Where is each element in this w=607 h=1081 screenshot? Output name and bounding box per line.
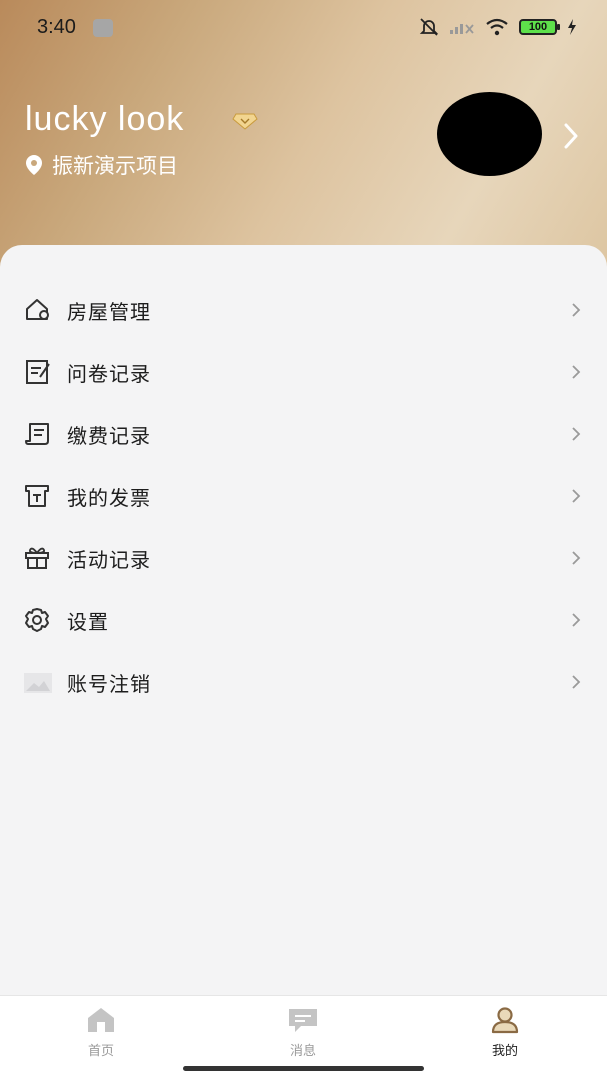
battery-indicator: 100 [519, 19, 560, 35]
diamond-badge-icon [232, 113, 258, 130]
menu-item-account-cancellation[interactable]: 账号注销 [0, 651, 607, 713]
menu-item-house-management[interactable]: 房屋管理 [0, 279, 607, 341]
wrench-icon [93, 19, 113, 37]
menu-item-payment-record[interactable]: 缴费记录 [0, 403, 607, 465]
menu-item-label: 缴费记录 [67, 424, 151, 448]
mute-bell-icon [419, 18, 439, 36]
tab-home-label: 首页 [87, 1044, 114, 1059]
status-time: 3:40 [37, 16, 76, 38]
chevron-right-icon [572, 675, 581, 689]
menu-card: 房屋管理 问卷记录 缴费记录 我的发票 活动记录 设置 账号注销 [0, 245, 607, 995]
message-icon [289, 1009, 317, 1032]
image-placeholder-icon [24, 673, 52, 693]
menu-item-label: 问卷记录 [67, 362, 151, 386]
status-bar: 3:40 100 [0, 0, 607, 58]
chevron-right-icon [572, 427, 581, 441]
user-profile-icon [491, 1007, 519, 1034]
house-icon [26, 299, 49, 320]
payment-record-icon [25, 423, 49, 445]
tab-home[interactable]: 首页 [61, 1006, 141, 1059]
menu-list: 房屋管理 问卷记录 缴费记录 我的发票 活动记录 设置 账号注销 [0, 279, 607, 713]
chevron-right-icon [572, 613, 581, 627]
avatar[interactable] [437, 92, 542, 176]
tab-messages-label: 消息 [289, 1044, 316, 1059]
chevron-right-icon [572, 489, 581, 503]
username: lucky look [25, 100, 185, 138]
signal-icon [450, 24, 474, 34]
menu-item-label: 设置 [67, 610, 109, 634]
wifi-icon [486, 18, 508, 36]
menu-item-label: 活动记录 [67, 548, 151, 572]
menu-item-invoice[interactable]: 我的发票 [0, 465, 607, 527]
menu-item-activity-record[interactable]: 活动记录 [0, 527, 607, 589]
project-location[interactable]: 振新演示项目 [24, 150, 178, 180]
tab-messages[interactable]: 消息 [263, 1006, 343, 1059]
project-name: 振新演示项目 [52, 154, 178, 178]
location-pin-icon [26, 155, 42, 175]
chevron-right-icon [572, 365, 581, 379]
invoice-icon [25, 485, 49, 507]
tab-mine[interactable]: 我的 [465, 1006, 545, 1059]
settings-gear-icon [25, 608, 49, 632]
gift-icon [25, 547, 49, 569]
tab-mine-label: 我的 [491, 1044, 518, 1059]
menu-item-questionnaire[interactable]: 问卷记录 [0, 341, 607, 403]
menu-item-label: 房屋管理 [67, 300, 151, 324]
menu-item-label: 我的发票 [67, 486, 151, 510]
profile-chevron-right-icon[interactable] [560, 121, 582, 151]
menu-item-label: 账号注销 [67, 672, 151, 696]
home-icon [88, 1008, 114, 1032]
chevron-right-icon [572, 303, 581, 317]
chevron-right-icon [572, 551, 581, 565]
charging-icon [568, 19, 576, 35]
menu-item-settings[interactable]: 设置 [0, 589, 607, 651]
home-indicator [183, 1066, 424, 1071]
questionnaire-icon [26, 360, 50, 384]
